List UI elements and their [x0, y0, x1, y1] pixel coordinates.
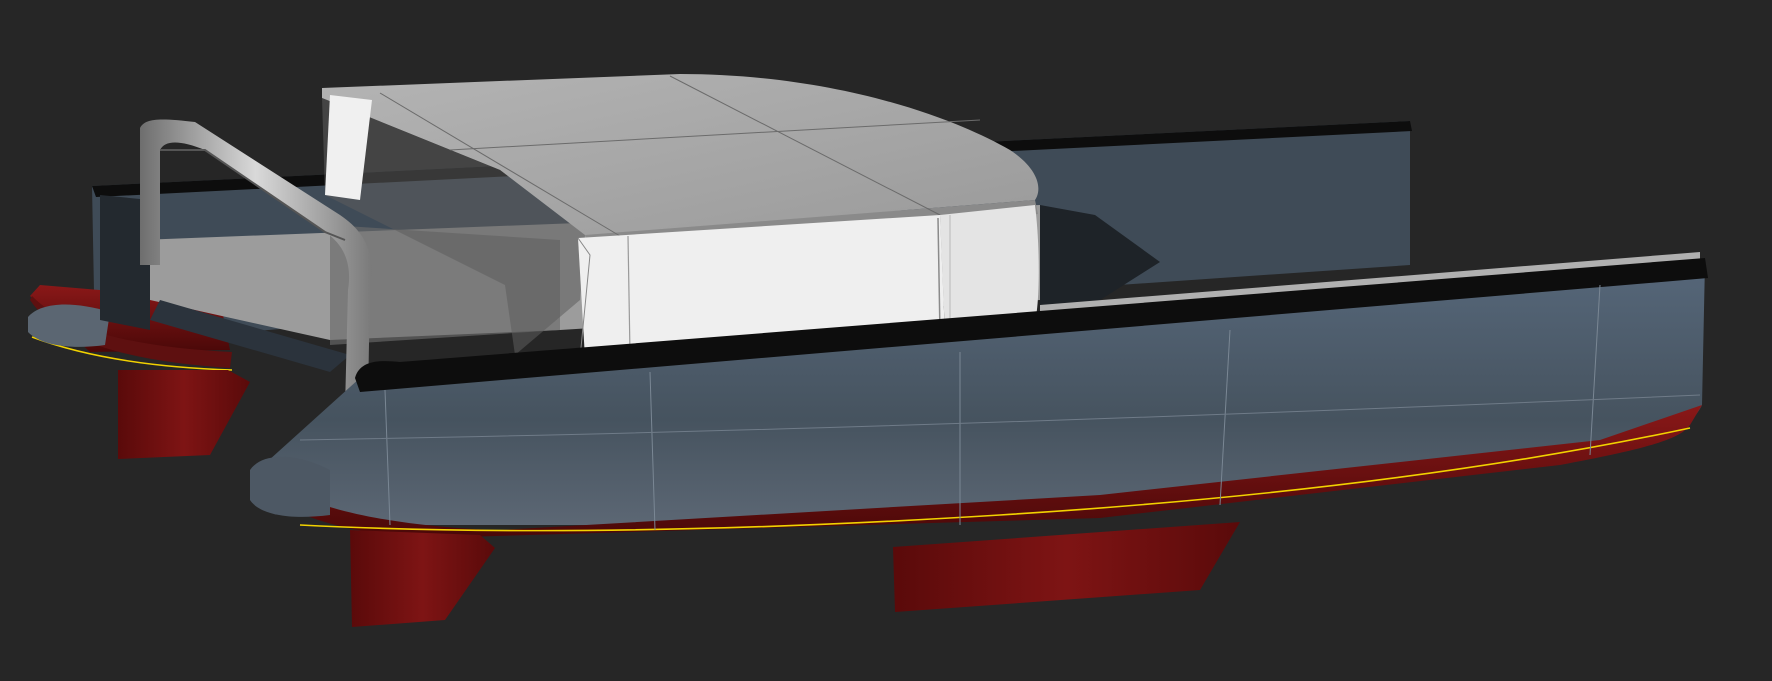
- near-rudder: [350, 530, 495, 627]
- catamaran-render: [28, 74, 1708, 627]
- near-keel: [893, 522, 1240, 612]
- near-transom-step: [250, 456, 330, 517]
- far-rudder: [118, 370, 250, 459]
- near-appendages: [350, 522, 1240, 627]
